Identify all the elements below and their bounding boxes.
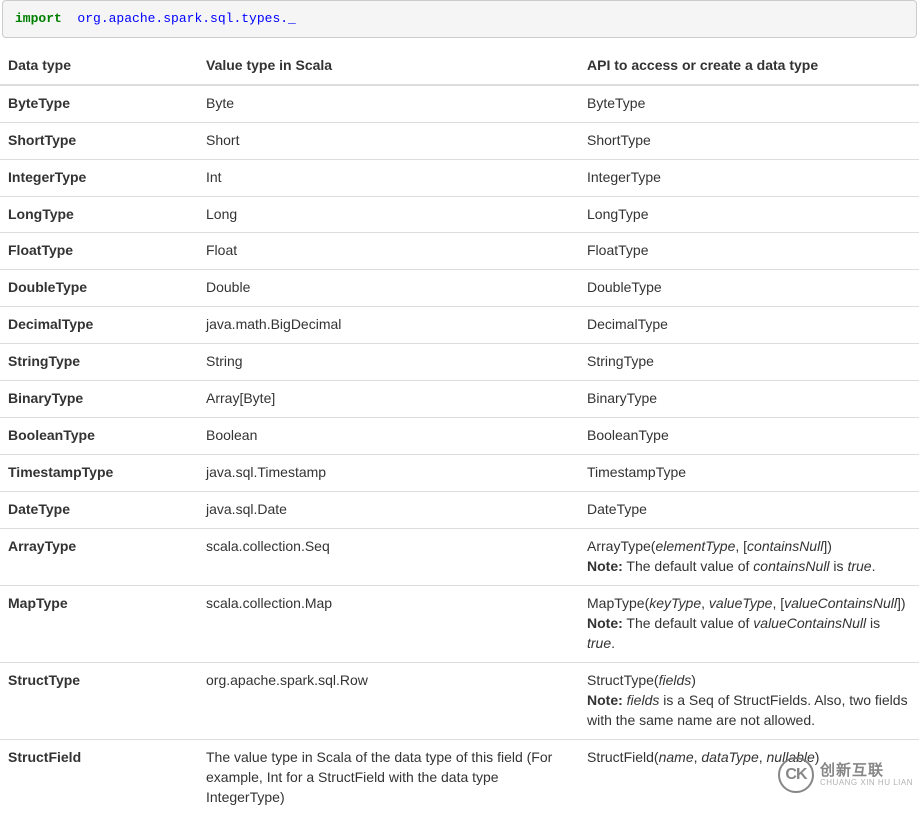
cell-data-type: DoubleType	[0, 270, 198, 307]
cell-data-type: ArrayType	[0, 529, 198, 586]
cell-value-type: The value type in Scala of the data type…	[198, 740, 579, 816]
cell-api: ArrayType(elementType, [containsNull])No…	[579, 529, 919, 586]
watermark-text: 创新互联 CHUANG XIN HU LIAN	[820, 763, 913, 787]
cell-api: DoubleType	[579, 270, 919, 307]
cell-data-type: StringType	[0, 344, 198, 381]
cell-value-type: org.apache.spark.sql.Row	[198, 663, 579, 740]
cell-value-type: Double	[198, 270, 579, 307]
cell-data-type: DateType	[0, 492, 198, 529]
cell-api: IntegerType	[579, 159, 919, 196]
cell-api: ByteType	[579, 85, 919, 122]
table-header-data-type: Data type	[0, 48, 198, 85]
cell-api: StringType	[579, 344, 919, 381]
cell-api: MapType(keyType, valueType, [valueContai…	[579, 586, 919, 663]
cell-data-type: StructType	[0, 663, 198, 740]
cell-data-type: ByteType	[0, 85, 198, 122]
cell-value-type: scala.collection.Seq	[198, 529, 579, 586]
cell-data-type: FloatType	[0, 233, 198, 270]
table-row: DateTypejava.sql.DateDateType	[0, 492, 919, 529]
watermark: CK 创新互联 CHUANG XIN HU LIAN	[778, 757, 913, 793]
table-row: BinaryTypeArray[Byte]BinaryType	[0, 381, 919, 418]
cell-api: DateType	[579, 492, 919, 529]
cell-api: FloatType	[579, 233, 919, 270]
cell-api: BooleanType	[579, 418, 919, 455]
table-row: ShortTypeShortShortType	[0, 122, 919, 159]
table-header-api: API to access or create a data type	[579, 48, 919, 85]
watermark-logo-icon: CK	[778, 757, 814, 793]
cell-value-type: Short	[198, 122, 579, 159]
table-row: ByteTypeByteByteType	[0, 85, 919, 122]
cell-data-type: TimestampType	[0, 455, 198, 492]
cell-value-type: Long	[198, 196, 579, 233]
cell-api: StructType(fields)Note: fields is a Seq …	[579, 663, 919, 740]
code-keyword-import: import	[15, 11, 62, 26]
code-package: org.apache.spark.sql.types._	[77, 11, 295, 26]
cell-api: BinaryType	[579, 381, 919, 418]
cell-value-type: java.sql.Date	[198, 492, 579, 529]
code-block: import org.apache.spark.sql.types._	[2, 0, 917, 38]
cell-data-type: ShortType	[0, 122, 198, 159]
cell-data-type: BooleanType	[0, 418, 198, 455]
table-row: MapTypescala.collection.MapMapType(keyTy…	[0, 586, 919, 663]
cell-api: LongType	[579, 196, 919, 233]
cell-value-type: Byte	[198, 85, 579, 122]
table-row: DoubleTypeDoubleDoubleType	[0, 270, 919, 307]
cell-data-type: LongType	[0, 196, 198, 233]
table-row: LongTypeLongLongType	[0, 196, 919, 233]
cell-value-type: String	[198, 344, 579, 381]
table-row: FloatTypeFloatFloatType	[0, 233, 919, 270]
table-row: TimestampTypejava.sql.TimestampTimestamp…	[0, 455, 919, 492]
watermark-en: CHUANG XIN HU LIAN	[820, 779, 913, 787]
table-row: BooleanTypeBooleanBooleanType	[0, 418, 919, 455]
data-types-table: Data type Value type in Scala API to acc…	[0, 48, 919, 817]
table-row: StringTypeStringStringType	[0, 344, 919, 381]
cell-data-type: BinaryType	[0, 381, 198, 418]
cell-value-type: Float	[198, 233, 579, 270]
cell-api: DecimalType	[579, 307, 919, 344]
cell-data-type: MapType	[0, 586, 198, 663]
table-row: StructTypeorg.apache.spark.sql.RowStruct…	[0, 663, 919, 740]
cell-value-type: Array[Byte]	[198, 381, 579, 418]
cell-api: TimestampType	[579, 455, 919, 492]
table-row: ArrayTypescala.collection.SeqArrayType(e…	[0, 529, 919, 586]
cell-value-type: java.sql.Timestamp	[198, 455, 579, 492]
cell-api: ShortType	[579, 122, 919, 159]
table-row: DecimalTypejava.math.BigDecimalDecimalTy…	[0, 307, 919, 344]
table-row: IntegerTypeIntIntegerType	[0, 159, 919, 196]
watermark-cn: 创新互联	[820, 763, 913, 778]
cell-data-type: StructField	[0, 740, 198, 816]
cell-value-type: Int	[198, 159, 579, 196]
cell-value-type: java.math.BigDecimal	[198, 307, 579, 344]
cell-value-type: scala.collection.Map	[198, 586, 579, 663]
cell-data-type: DecimalType	[0, 307, 198, 344]
cell-data-type: IntegerType	[0, 159, 198, 196]
table-header-value-type: Value type in Scala	[198, 48, 579, 85]
cell-value-type: Boolean	[198, 418, 579, 455]
